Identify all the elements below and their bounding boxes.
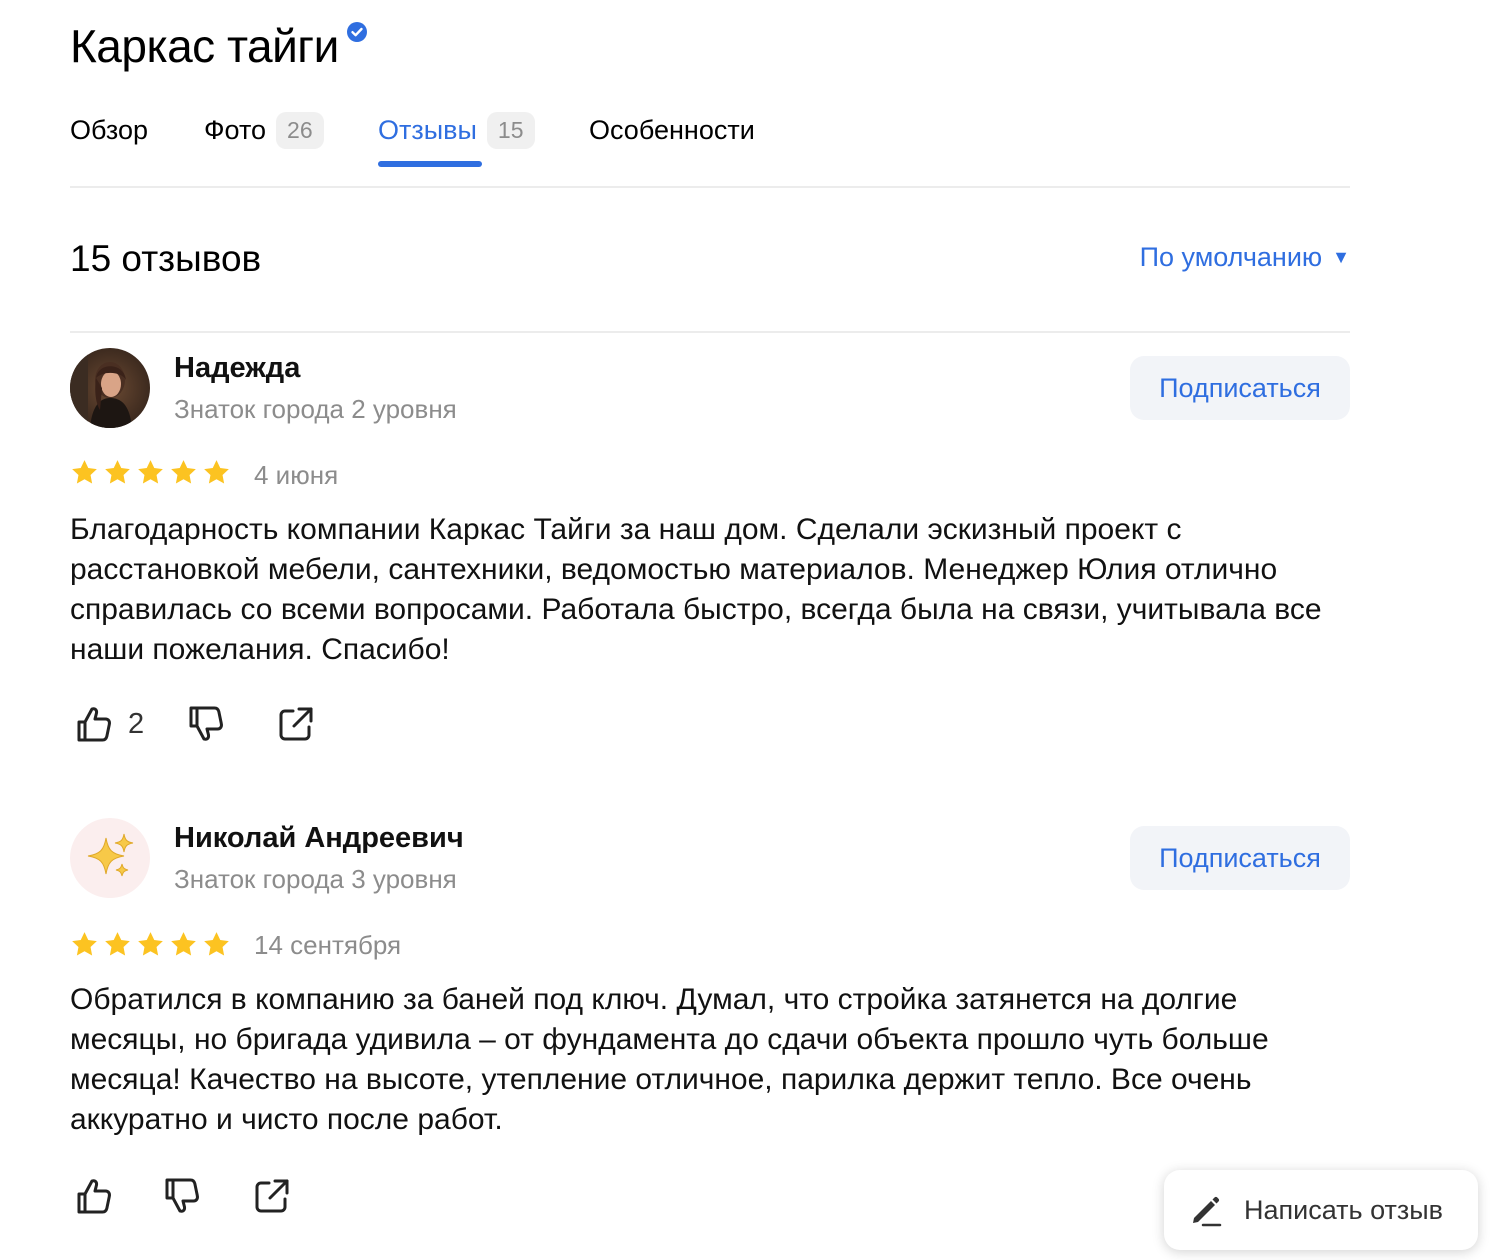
avatar[interactable] <box>70 348 150 428</box>
tab-features[interactable]: Особенности <box>589 108 755 152</box>
star-icon <box>105 932 130 956</box>
avatar[interactable] <box>70 818 150 898</box>
caret-down-icon: ▼ <box>1332 247 1350 267</box>
star-icon <box>138 460 163 484</box>
sort-dropdown[interactable]: По умолчанию ▼ <box>1140 242 1350 273</box>
tab-overview[interactable]: Обзор <box>70 108 148 152</box>
tab-count-badge: 15 <box>486 111 535 149</box>
star-icon <box>105 460 130 484</box>
share-button[interactable] <box>250 1174 294 1218</box>
thumbs-down-icon <box>189 706 224 741</box>
tab-count-badge: 26 <box>276 111 324 149</box>
share-button[interactable] <box>274 702 318 746</box>
review-date: 14 сентября <box>254 930 402 960</box>
share-icon <box>279 707 313 741</box>
review-text: Обратился в компанию за баней под ключ. … <box>70 983 1269 1136</box>
subscribe-button[interactable]: Подписаться <box>1130 356 1350 420</box>
star-icon <box>72 932 97 956</box>
thumbs-down-icon <box>165 1178 199 1213</box>
tab-photos[interactable]: Фото 26 <box>204 108 324 152</box>
review-actions: 2 <box>72 702 318 746</box>
write-review-label: Написать отзыв <box>1244 1194 1443 1225</box>
sort-label: По умолчанию <box>1139 242 1323 272</box>
rating-stars <box>70 930 231 959</box>
tab-label: Отзывы <box>378 114 477 145</box>
star-icon <box>72 460 97 484</box>
reviews-count-heading: 15 отзывов <box>70 238 262 279</box>
avatar-photo <box>70 348 150 428</box>
tabs-bar: Обзор Фото 26 Отзывы 15 Особенности <box>70 108 1350 188</box>
tab-label: Особенности <box>589 114 755 145</box>
rating-stars <box>70 458 231 487</box>
review-card: Николай Андреевич Знаток города 3 уровня… <box>70 818 1350 1238</box>
reviews-header: 15 отзывов По умолчанию ▼ <box>70 234 1350 294</box>
page-title: Каркас тайги <box>70 20 339 72</box>
dislike-button[interactable] <box>160 1174 204 1218</box>
thumbs-up-icon <box>77 707 111 742</box>
author-level: Знаток города 3 уровня <box>174 864 457 894</box>
star-icon <box>171 460 196 484</box>
star-icon <box>204 932 229 956</box>
active-tab-indicator <box>378 161 482 167</box>
share-icon <box>255 1179 289 1213</box>
review-date: 4 июня <box>254 460 339 490</box>
star-icon <box>204 460 229 484</box>
subscribe-button[interactable]: Подписаться <box>1130 826 1350 890</box>
dislike-button[interactable] <box>184 702 228 746</box>
divider <box>70 331 1350 333</box>
tab-label: Обзор <box>70 114 148 145</box>
like-button[interactable]: 2 <box>72 702 144 746</box>
sparkles-icon <box>87 833 134 877</box>
author-name[interactable]: Надежда <box>174 352 300 385</box>
star-icon <box>138 932 163 956</box>
like-count: 2 <box>128 707 145 740</box>
author-name[interactable]: Николай Андреевич <box>174 822 464 855</box>
author-level: Знаток города 2 уровня <box>174 394 457 424</box>
star-icon <box>171 932 196 956</box>
tab-reviews[interactable]: Отзывы 15 <box>378 108 535 152</box>
like-button[interactable] <box>72 1174 116 1218</box>
tab-label: Фото <box>204 114 267 145</box>
title-row: Каркас тайги <box>70 18 367 74</box>
write-review-button[interactable]: Написать отзыв <box>1164 1170 1478 1250</box>
review-text: Благодарность компании Каркас Тайги за н… <box>70 513 1322 666</box>
verified-badge-icon <box>346 22 367 42</box>
pencil-icon <box>1193 1196 1222 1227</box>
review-actions <box>72 1174 294 1218</box>
thumbs-up-icon <box>77 1179 111 1214</box>
review-card: Надежда Знаток города 2 уровня Подписать… <box>70 348 1350 748</box>
